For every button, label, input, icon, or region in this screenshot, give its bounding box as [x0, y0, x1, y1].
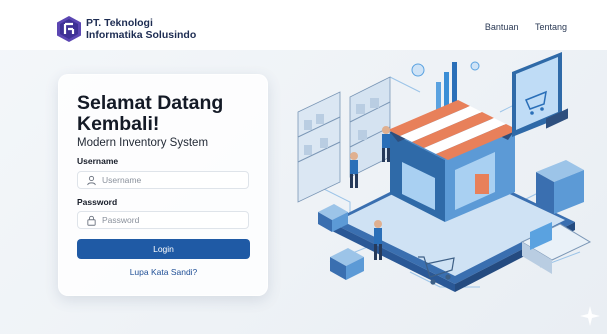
forgot-password-link[interactable]: Lupa Kata Sandi? — [77, 267, 250, 277]
welcome-title: Selamat Datang Kembali! — [77, 92, 224, 135]
server-decor — [536, 160, 584, 214]
inventory-illustration — [297, 52, 592, 292]
sparkle-icon — [580, 306, 600, 326]
login-button[interactable]: Login — [77, 239, 250, 259]
app-logo-icon — [57, 16, 81, 42]
password-input[interactable] — [102, 213, 242, 227]
top-bar: PT. Teknologi Informatika Solusindo Bant… — [0, 0, 607, 50]
password-label: Password — [77, 197, 118, 207]
login-card: Selamat Datang Kembali! Modern Inventory… — [58, 74, 268, 296]
password-field[interactable] — [77, 211, 249, 229]
company-name-line2: Informatika Solusindo — [86, 29, 197, 41]
username-field[interactable] — [77, 171, 249, 189]
user-icon — [87, 175, 96, 186]
lock-icon — [87, 215, 96, 226]
chart-bars-decor — [411, 61, 480, 112]
warehouse-shelves — [297, 76, 391, 203]
login-page: PT. Teknologi Informatika Solusindo Bant… — [0, 0, 607, 334]
company-name: PT. Teknologi Informatika Solusindo — [86, 17, 196, 41]
nav-help-link[interactable]: Bantuan — [485, 22, 519, 32]
nav-about-link[interactable]: Tentang — [535, 22, 567, 32]
username-input[interactable] — [102, 173, 242, 187]
top-nav: Bantuan Tentang — [471, 22, 567, 32]
system-subtitle: Modern Inventory System — [77, 137, 209, 149]
company-name-line1: PT. Teknologi — [86, 17, 153, 29]
username-label: Username — [77, 156, 119, 166]
